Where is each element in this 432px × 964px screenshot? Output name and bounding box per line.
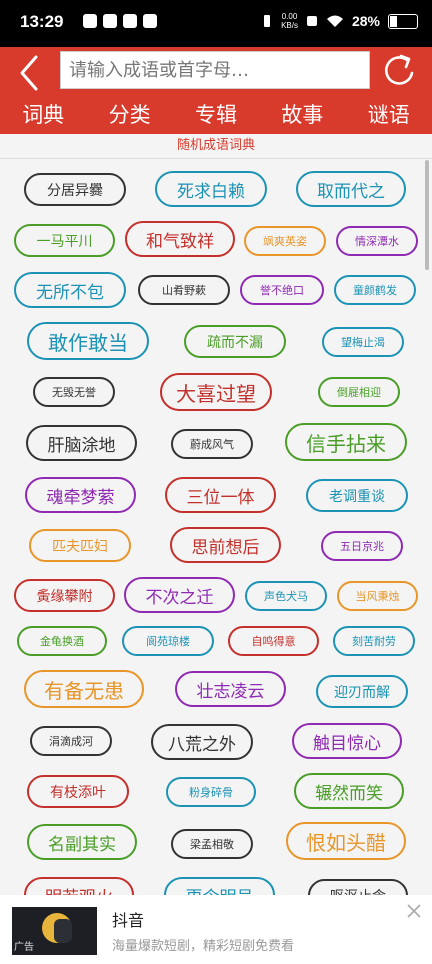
notification-icon xyxy=(83,14,97,28)
ad-mark: 广告 xyxy=(14,942,34,953)
ad-title: 抖音 xyxy=(112,911,145,930)
search-box xyxy=(60,51,370,89)
tab-category[interactable]: 分类 xyxy=(103,99,157,129)
idiom-tag[interactable]: 不次之迁 xyxy=(124,577,235,613)
idiom-tag[interactable]: 粉身碎骨 xyxy=(166,777,256,807)
battery-percent: 28% xyxy=(351,13,380,29)
idiom-tag[interactable]: 匹夫匹妇 xyxy=(29,529,131,562)
status-bar: 13:29 0.00 KB/s 28% xyxy=(0,0,432,47)
refresh-icon[interactable] xyxy=(380,51,420,91)
sim-icon xyxy=(306,16,317,26)
category-tabs: 词典 分类 专辑 故事 谜语 xyxy=(0,99,432,129)
idiom-tag[interactable]: 无所不包 xyxy=(14,272,126,308)
tab-album[interactable]: 专辑 xyxy=(189,99,243,129)
idiom-tag[interactable]: 迎刃而解 xyxy=(316,675,408,708)
idiom-tag[interactable]: 壮志凌云 xyxy=(175,671,286,707)
tab-dictionary[interactable]: 词典 xyxy=(16,99,70,129)
idiom-tag[interactable]: 金龟换酒 xyxy=(17,626,107,656)
idiom-tag[interactable]: 魂牵梦萦 xyxy=(25,477,136,513)
idiom-tag[interactable]: 取而代之 xyxy=(296,171,406,207)
idiom-tag[interactable]: 有枝添叶 xyxy=(27,775,129,808)
idiom-tag[interactable]: 有备无患 xyxy=(24,670,144,708)
idiom-tag[interactable]: 望梅止渴 xyxy=(322,327,404,357)
page-subtitle: 随机成语词典 xyxy=(176,138,255,153)
idiom-tag[interactable]: 五日京兆 xyxy=(321,531,403,561)
wifi-icon xyxy=(326,15,343,27)
net-speed: 0.00 KB/s xyxy=(281,12,298,30)
search-input[interactable] xyxy=(61,52,369,88)
idiom-cloud: 分居异爨 死求白赖 取而代之 一马平川 和气致祥 飒爽英姿 情深潭水 无所不包 … xyxy=(0,159,432,895)
idiom-tag[interactable]: 无毁无誉 xyxy=(33,377,115,407)
back-icon[interactable] xyxy=(10,53,50,93)
idiom-tag[interactable]: 飒爽英姿 xyxy=(244,226,326,256)
idiom-tag[interactable]: 自鸣得意 xyxy=(228,626,319,656)
idiom-tag[interactable]: 八荒之外 xyxy=(151,724,253,760)
tab-riddle[interactable]: 谜语 xyxy=(362,99,416,129)
idiom-tag[interactable]: 辗然而笑 xyxy=(294,773,404,809)
status-time: 13:29 xyxy=(20,12,64,31)
idiom-tag[interactable]: 情深潭水 xyxy=(336,226,418,256)
status-right: 0.00 KB/s 28% xyxy=(261,12,418,30)
vibrate-icon xyxy=(264,15,271,27)
idiom-tag[interactable]: 肝脑涂地 xyxy=(26,425,137,461)
idiom-tag[interactable]: 梁孟相敬 xyxy=(171,829,253,859)
idiom-tag[interactable]: 童颜鹤发 xyxy=(334,275,416,305)
notification-icons xyxy=(83,14,157,28)
idiom-tag[interactable]: 明若观火 xyxy=(24,877,134,895)
ad-thumbnail-figure xyxy=(54,919,72,943)
idiom-tag[interactable]: 涓滴成河 xyxy=(30,726,112,756)
idiom-tag[interactable]: 阆苑琼楼 xyxy=(122,626,214,656)
idiom-tag[interactable]: 蔚成风气 xyxy=(171,429,253,459)
subtitle-bar: 随机成语词典 xyxy=(0,134,432,158)
idiom-tag[interactable]: 触目惊心 xyxy=(292,723,402,759)
tab-story[interactable]: 故事 xyxy=(275,99,329,129)
idiom-tag[interactable]: 誉不绝口 xyxy=(240,275,324,305)
ad-thumbnail: 广告 xyxy=(12,907,97,955)
ad-subtitle: 海量爆款短剧，精彩短剧免费看 xyxy=(112,939,295,954)
idiom-tag[interactable]: 和气致祥 xyxy=(125,221,235,257)
idiom-tag[interactable]: 思前想后 xyxy=(170,527,281,563)
idiom-tag[interactable]: 一马平川 xyxy=(14,224,115,257)
idiom-tag[interactable]: 分居异爨 xyxy=(24,173,126,206)
idiom-tag[interactable]: 刻苦耐劳 xyxy=(333,626,415,656)
idiom-tag[interactable]: 名副其实 xyxy=(27,824,137,860)
scrollbar[interactable] xyxy=(425,160,429,270)
idiom-tag[interactable]: 三位一体 xyxy=(165,477,276,513)
notification-icon xyxy=(103,14,117,28)
ad-banner[interactable]: 广告 抖音 海量爆款短剧，精彩短剧免费看 xyxy=(0,895,432,964)
idiom-tag[interactable]: 夤缘攀附 xyxy=(14,579,115,612)
idiom-tag[interactable]: 老调重谈 xyxy=(306,479,408,512)
idiom-tag[interactable]: 信手拈来 xyxy=(285,423,407,461)
notification-icon xyxy=(143,14,157,28)
idiom-tag[interactable]: 倒屣相迎 xyxy=(318,377,400,407)
idiom-tag[interactable]: 敢作敢当 xyxy=(27,322,149,360)
idiom-tag[interactable]: 声色犬马 xyxy=(245,581,327,611)
idiom-tag[interactable]: 更令明号 xyxy=(164,877,275,895)
notification-icon xyxy=(123,14,137,28)
idiom-tag[interactable]: 呕沤止含 xyxy=(308,879,408,895)
idiom-tag[interactable]: 疏而不漏 xyxy=(184,325,286,358)
close-icon[interactable] xyxy=(406,903,422,919)
idiom-tag[interactable]: 恨如头醋 xyxy=(286,822,406,860)
idiom-tag[interactable]: 大喜过望 xyxy=(160,373,272,411)
battery-icon xyxy=(388,13,418,29)
idiom-tag[interactable]: 当风秉烛 xyxy=(337,581,418,611)
idiom-tag[interactable]: 死求白赖 xyxy=(155,171,267,207)
idiom-tag[interactable]: 山肴野蔌 xyxy=(138,275,230,305)
